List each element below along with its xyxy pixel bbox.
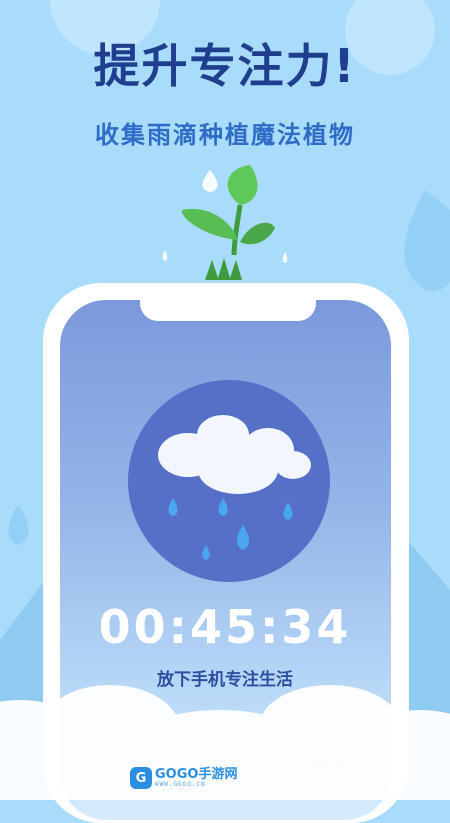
phone-notch [140, 283, 316, 321]
subtitle: 收集雨滴种植魔法植物 [95, 121, 355, 149]
bg-drop [404, 190, 450, 292]
plant-sprout-icon [162, 165, 288, 280]
headline-title: 提升专注力! [93, 39, 357, 93]
focus-timer: 00:45:34 [98, 600, 352, 654]
rain-cloud-icon [128, 380, 330, 582]
watermark-logo-icon: G [130, 767, 152, 789]
watermark-brand: GOGO手游网 [155, 767, 238, 782]
bg-drop [8, 505, 29, 545]
watermark-domain: WWW.GOGO.CN [155, 781, 206, 788]
site-watermark: G GOGO手游网 WWW.GOGO.CN [130, 766, 237, 790]
